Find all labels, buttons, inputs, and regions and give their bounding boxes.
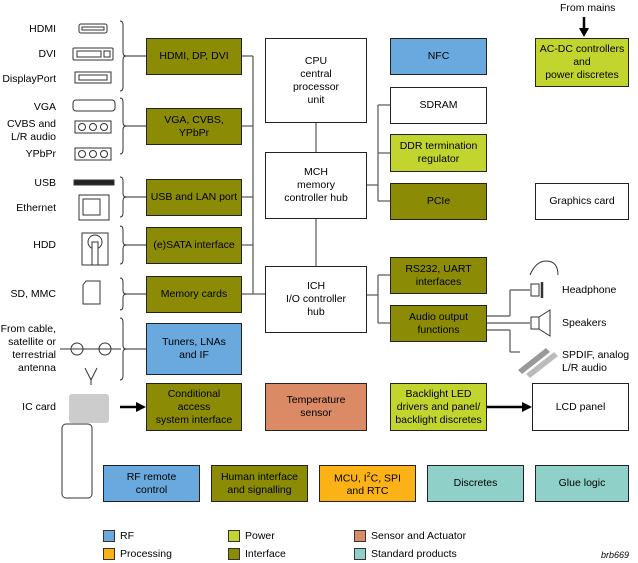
label-from-mains: From mains: [560, 2, 616, 14]
legend-swatch: [228, 548, 240, 560]
block-tuners: Tuners, LNAs and IF: [146, 323, 242, 375]
legend-swatch: [354, 530, 366, 542]
label-usb: USB: [34, 177, 56, 189]
block-cpu: CPU central processor unit: [265, 38, 367, 123]
label-antenna: From cable, satellite or terrestrial ant…: [0, 323, 56, 374]
block-mch: MCH memory controller hub: [265, 152, 367, 219]
block-glue-logic: Glue logic: [535, 465, 629, 502]
block-graphics-card: Graphics card: [535, 183, 629, 220]
block-acdc: AC-DC controllers and power discretes: [535, 38, 629, 87]
label-hdd: HDD: [33, 239, 56, 251]
legend-swatch: [103, 548, 115, 560]
legend-label: Sensor and Actuator: [371, 530, 467, 542]
legend-processing: Processing: [103, 548, 172, 560]
legend-label: Processing: [120, 548, 172, 560]
label-hdmi: HDMI: [29, 23, 56, 35]
legend-sensor: Sensor and Actuator: [354, 530, 466, 542]
block-ddr-termination: DDR termination regulator: [390, 134, 487, 172]
legend-power: Power: [228, 530, 275, 542]
block-backlight: Backlight LED drivers and panel/ backlig…: [390, 383, 487, 431]
block-lcd-panel: LCD panel: [532, 383, 629, 431]
block-pcie: PCIe: [390, 183, 487, 220]
block-hdmi-dp-dvi: HDMI, DP, DVI: [146, 38, 242, 75]
label-vga: VGA: [33, 101, 56, 113]
label-speakers: Speakers: [562, 317, 607, 329]
label-ic-card: IC card: [22, 401, 56, 413]
block-usb-lan: USB and LAN port: [146, 179, 242, 216]
block-nfc: NFC: [390, 38, 487, 75]
label-ypbpr: YPbPr: [25, 148, 56, 160]
legend-label: Standard products: [371, 548, 457, 560]
legend-label: Power: [245, 530, 275, 542]
block-human-interface: Human interface and signalling: [211, 465, 308, 502]
block-mcu: MCU, I2C, SPI and RTC: [319, 465, 416, 502]
legend-label: RF: [120, 530, 134, 542]
legend-label: Interface: [245, 548, 286, 560]
label-ethernet: Ethernet: [16, 202, 56, 214]
legend-rf: RF: [103, 530, 134, 542]
legend-standard: Standard products: [354, 548, 457, 560]
label-spdif: SPDIF, analog L/R audio: [562, 349, 630, 374]
label-sd-mmc: SD, MMC: [10, 288, 57, 300]
block-discretes: Discretes: [427, 465, 524, 502]
block-temperature-sensor: Temperature sensor: [265, 383, 367, 431]
block-rs232-uart: RS232, UART interfaces: [390, 257, 487, 294]
figure-reference: brb669: [601, 550, 630, 560]
legend-swatch: [103, 530, 115, 542]
block-rf-remote: RF remote control: [103, 465, 200, 502]
block-sdram: SDRAM: [390, 87, 487, 124]
block-esata: (e)SATA interface: [146, 227, 242, 264]
mcu-text-pre: MCU, I: [334, 472, 367, 485]
legend-swatch: [228, 530, 240, 542]
label-headphone: Headphone: [562, 284, 617, 296]
label-dvi: DVI: [38, 48, 56, 60]
label-cvbs: CVBS and L/R audio: [6, 118, 56, 143]
block-ich: ICH I/O controller hub: [265, 266, 367, 333]
block-memory-cards: Memory cards: [146, 276, 242, 313]
block-audio-output: Audio output functions: [390, 305, 487, 342]
block-vga-cvbs-ypbpr: VGA, CVBS, YPbPr: [146, 108, 242, 145]
label-displayport: DisplayPort: [2, 73, 56, 85]
legend-swatch: [354, 548, 366, 560]
block-conditional-access: Conditional access system interface: [146, 383, 242, 431]
legend-interface: Interface: [228, 548, 286, 560]
